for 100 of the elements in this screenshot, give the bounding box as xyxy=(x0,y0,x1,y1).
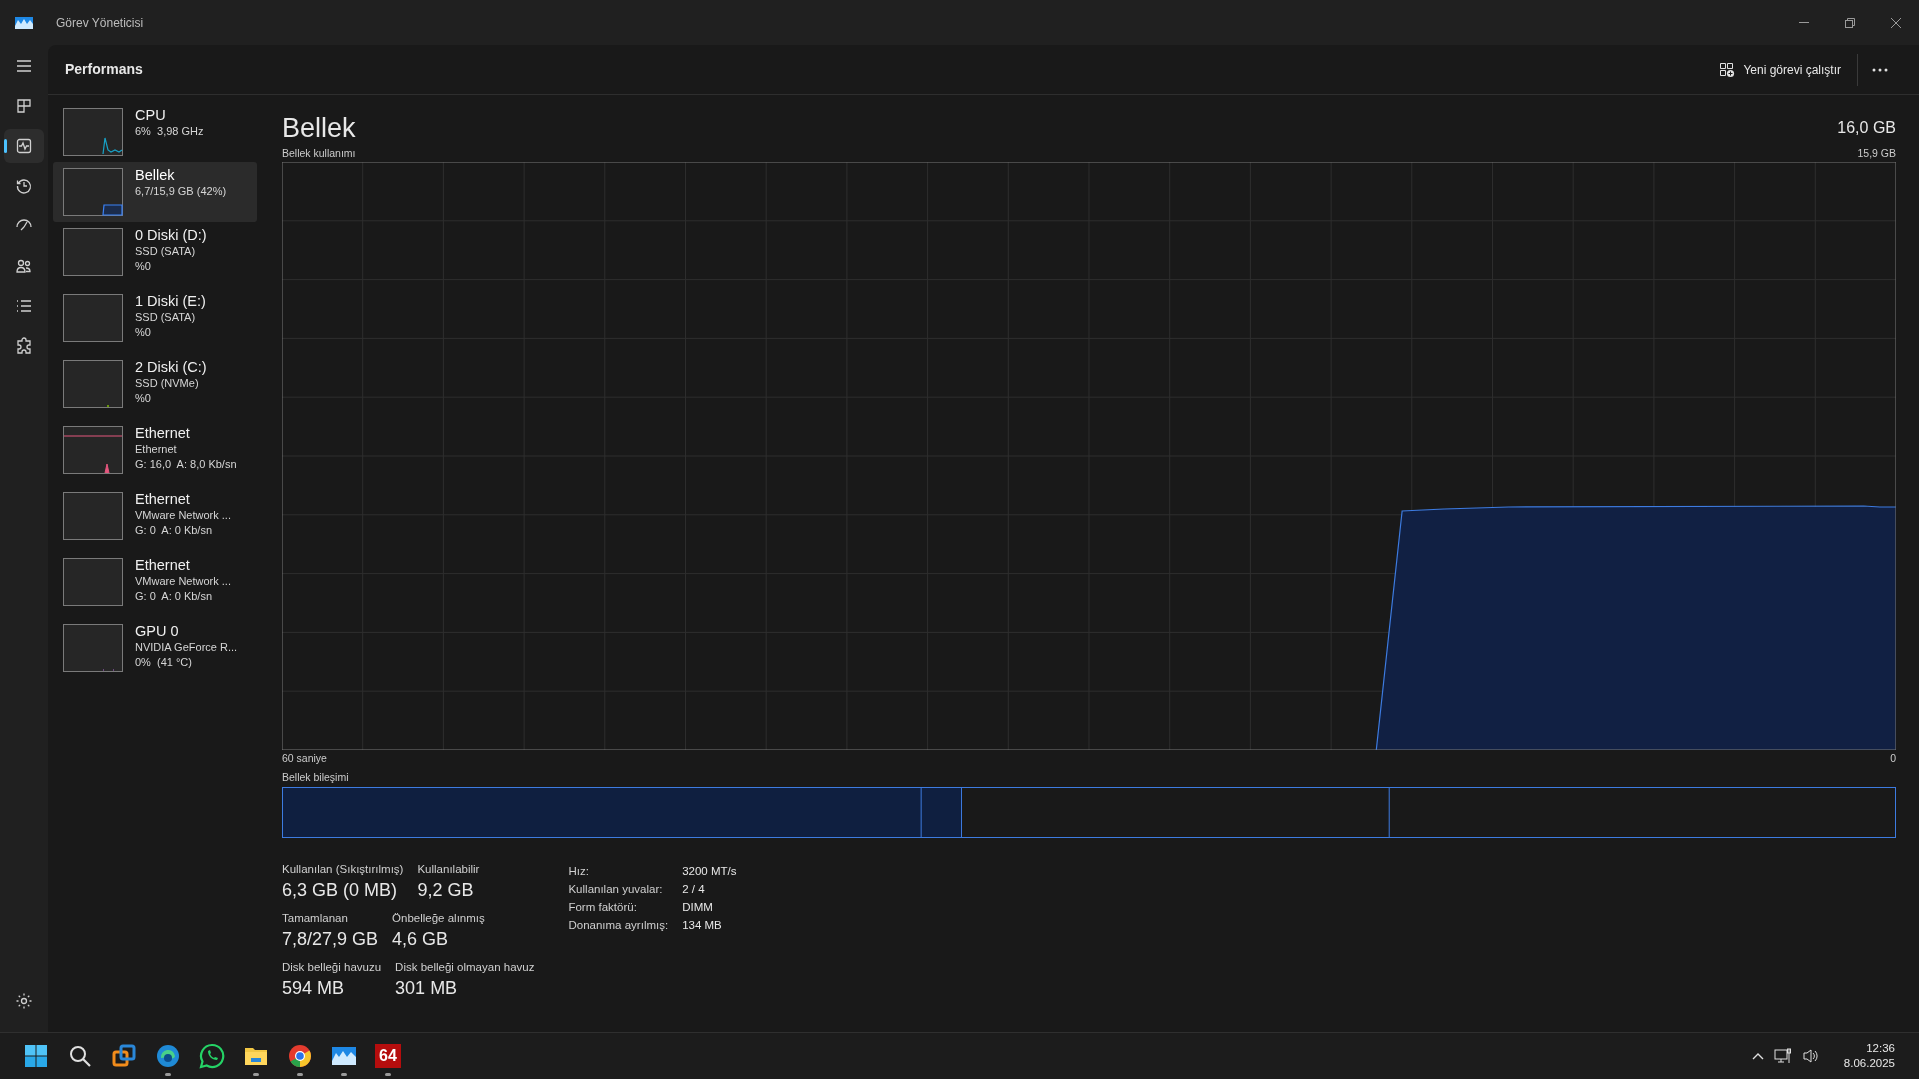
detail-value: DIMM xyxy=(682,900,714,915)
stat-label: Önbelleğe alınmış xyxy=(392,911,485,926)
network-icon xyxy=(1773,1048,1792,1064)
wave-circle-icon xyxy=(155,1043,181,1069)
device-detail: %0 xyxy=(135,259,152,274)
stat-label: Kullanılabilir xyxy=(417,862,480,877)
chart-label: Bellek kullanımı xyxy=(282,145,356,161)
stat-label: Disk belleği havuzu xyxy=(282,960,382,975)
device-name: GPU 0 xyxy=(135,622,180,640)
detail-value: 134 MB xyxy=(682,918,723,933)
close-icon xyxy=(1891,17,1901,28)
detail-label: Kullanılan yuvalar: xyxy=(568,882,664,897)
list-icon xyxy=(15,297,33,315)
device-detail: Ethernet xyxy=(135,442,178,457)
device-name: 2 Diski (C:) xyxy=(135,358,207,376)
usage-graph-thumbnail xyxy=(63,492,123,540)
history-icon xyxy=(15,177,33,195)
stat-value: 301 MB xyxy=(395,977,459,1000)
device-name: Ethernet xyxy=(135,424,191,442)
device-detail: 6% 3,98 GHz xyxy=(135,124,204,139)
clock-time: 12:36 xyxy=(1866,1041,1895,1056)
stat-label: Disk belleği olmayan havuz xyxy=(395,960,535,975)
page-title: Performans xyxy=(65,60,143,79)
usage-graph-thumbnail xyxy=(63,360,123,408)
window-title: Görev Yöneticisi xyxy=(56,14,144,32)
time-axis-start: 60 saniye xyxy=(282,751,327,767)
device-detail: 0% (41 °C) xyxy=(135,655,193,670)
device-list-item[interactable]: GPU 0 NVIDIA GeForce R... 0% (41 °C) xyxy=(53,618,257,684)
clock-date: 8.06.2025 xyxy=(1843,1056,1895,1071)
device-detail: %0 xyxy=(135,391,152,406)
device-detail: NVIDIA GeForce R... xyxy=(135,640,238,655)
usage-graph-thumbnail xyxy=(63,624,123,672)
device-name: Ethernet xyxy=(135,490,191,508)
search-icon xyxy=(67,1043,93,1069)
app-logo-icon xyxy=(15,16,33,29)
device-name: Ethernet xyxy=(135,556,191,574)
device-list-item[interactable]: Ethernet VMware Network ... G: 0 A: 0 Kb/sn xyxy=(53,486,257,552)
device-name: CPU xyxy=(135,106,167,124)
stat-value: 6,3 GB (0 MB) xyxy=(282,879,399,902)
device-detail: VMware Network ... xyxy=(135,574,231,589)
detail-label: Form faktörü: xyxy=(568,900,638,915)
speaker-icon xyxy=(1801,1048,1820,1064)
add-window-icon xyxy=(1719,61,1736,78)
detail-label: Hız: xyxy=(568,864,590,879)
device-detail: 6,7/15,9 GB (42%) xyxy=(135,184,227,199)
device-name: Bellek xyxy=(135,166,176,184)
resource-title: Bellek xyxy=(282,112,356,145)
time-axis-end: 0 xyxy=(1890,751,1896,767)
stat-label: Kullanılan (Sıkıştırılmış) xyxy=(282,862,404,877)
device-detail: G: 0 A: 0 Kb/sn xyxy=(135,589,214,604)
device-detail: G: 16,0 A: 8,0 Kb/sn xyxy=(135,457,237,472)
minimize-icon xyxy=(1799,22,1809,23)
round-browser-icon xyxy=(287,1043,313,1069)
composition-label: Bellek bileşimi xyxy=(282,770,350,785)
detail-value: 2 / 4 xyxy=(682,882,706,897)
chat-phone-icon xyxy=(199,1043,225,1069)
run-new-task-button[interactable]: Yeni görevi çalıştır xyxy=(1719,53,1857,86)
device-detail: VMware Network ... xyxy=(135,508,231,523)
device-detail: SSD (NVMe) xyxy=(135,376,200,391)
device-list-item[interactable]: 2 Diski (C:) SSD (NVMe) %0 xyxy=(53,354,257,420)
detail-value: 3200 MT/s xyxy=(682,864,737,879)
usage-graph-thumbnail xyxy=(63,294,123,342)
restore-icon xyxy=(1845,17,1855,28)
pulse-chart-icon xyxy=(15,137,33,155)
detail-label: Donanıma ayrılmış: xyxy=(568,918,669,933)
windows-logo-icon xyxy=(23,1043,49,1069)
chart-max-label: 15,9 GB xyxy=(1857,145,1896,161)
device-detail: %0 xyxy=(135,325,152,340)
overlapping-squares-icon xyxy=(111,1043,137,1069)
device-detail: SSD (SATA) xyxy=(135,244,197,259)
nav-button[interactable] xyxy=(4,129,44,163)
chevron-up-icon xyxy=(1751,1052,1764,1060)
device-list-item[interactable]: Bellek 6,7/15,9 GB (42%) xyxy=(53,162,257,222)
puzzle-icon xyxy=(15,337,33,355)
taskbar-app-button[interactable]: 64 xyxy=(366,1034,410,1078)
stat-label: Tamamlanan xyxy=(282,911,349,926)
grid-icon xyxy=(15,97,33,115)
usage-graph-thumbnail xyxy=(63,228,123,276)
stat-value: 4,6 GB xyxy=(392,928,450,951)
usage-graph-thumbnail xyxy=(63,168,123,216)
device-list-item[interactable]: 0 Diski (D:) SSD (SATA) %0 xyxy=(53,222,257,288)
device-list-item[interactable]: CPU 6% 3,98 GHz xyxy=(53,102,257,162)
total-memory: 16,0 GB xyxy=(1837,118,1896,138)
device-detail: G: 0 A: 0 Kb/sn xyxy=(135,523,214,538)
menu-icon xyxy=(15,57,33,75)
stat-value: 9,2 GB xyxy=(417,879,475,902)
users-icon xyxy=(15,257,33,275)
device-list-item[interactable]: Ethernet Ethernet G: 16,0 A: 8,0 Kb/sn xyxy=(53,420,257,486)
device-detail: SSD (SATA) xyxy=(135,310,197,325)
device-list-item[interactable]: 1 Diski (E:) SSD (SATA) %0 xyxy=(53,288,257,354)
device-name: 1 Diski (E:) xyxy=(135,292,206,310)
usage-graph-thumbnail xyxy=(63,426,123,474)
more-icon xyxy=(1872,67,1888,72)
usage-graph-thumbnail xyxy=(63,108,123,156)
settings-icon xyxy=(15,992,33,1010)
stat-value: 7,8/27,9 GB xyxy=(282,928,379,951)
device-list-item[interactable]: Ethernet VMware Network ... G: 0 A: 0 Kb/sn xyxy=(53,552,257,618)
usage-graph-thumbnail xyxy=(63,558,123,606)
stat-value: 594 MB xyxy=(282,977,346,1000)
device-name: 0 Diski (D:) xyxy=(135,226,207,244)
